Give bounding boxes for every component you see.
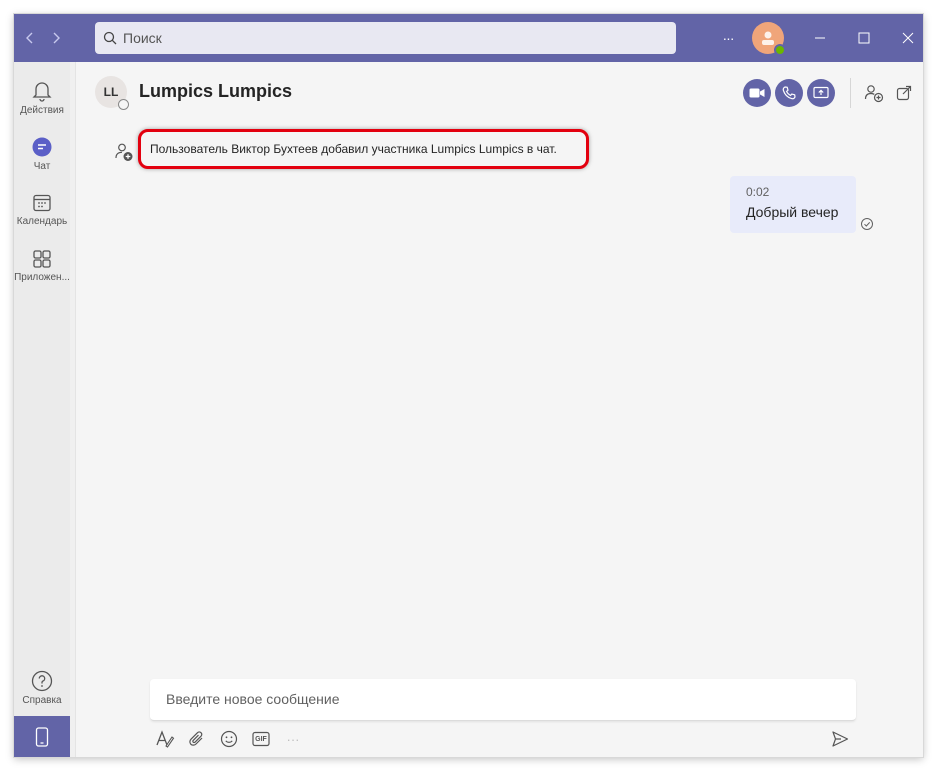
phone-call-icon bbox=[782, 86, 796, 100]
close-icon bbox=[902, 32, 914, 44]
gif-label: GIF bbox=[255, 735, 267, 743]
rail-item-label: Действия bbox=[20, 105, 64, 116]
message-input[interactable] bbox=[166, 691, 826, 707]
presence-available-icon bbox=[774, 44, 786, 56]
user-avatar[interactable] bbox=[752, 22, 786, 56]
maximize-icon bbox=[858, 32, 870, 44]
emoji-button[interactable] bbox=[217, 727, 241, 751]
rail-item-label: Приложен... bbox=[14, 272, 70, 283]
format-button[interactable] bbox=[153, 727, 177, 751]
back-arrow-icon[interactable] bbox=[18, 26, 42, 50]
search-input[interactable] bbox=[123, 30, 643, 46]
message-sent-check-icon bbox=[861, 218, 873, 230]
pop-out-chat-button[interactable] bbox=[892, 81, 916, 105]
system-message-highlight: Пользователь Виктор Бухтеев добавил учас… bbox=[138, 129, 589, 169]
system-message-text: Пользователь Виктор Бухтеев добавил учас… bbox=[150, 142, 557, 156]
rail-item-activity[interactable]: Действия bbox=[14, 70, 70, 126]
more-compose-options-button[interactable]: ··· bbox=[281, 727, 305, 751]
format-text-icon bbox=[156, 730, 175, 748]
outgoing-message-bubble[interactable]: 0:02 Добрый вечер bbox=[730, 176, 856, 233]
paperclip-icon bbox=[189, 731, 203, 746]
rail-item-label: Справка bbox=[22, 695, 62, 706]
more-options-label: ··· bbox=[722, 30, 735, 46]
rail-item-calendar[interactable]: Календарь bbox=[14, 182, 70, 238]
attach-button[interactable] bbox=[185, 727, 209, 751]
send-icon bbox=[832, 731, 849, 747]
more-compose-label: ··· bbox=[286, 731, 300, 747]
download-mobile-button[interactable] bbox=[14, 716, 70, 757]
gif-button[interactable]: GIF bbox=[249, 727, 273, 751]
message-timestamp: 0:02 bbox=[746, 185, 770, 199]
rail-item-label: Чат bbox=[33, 161, 51, 172]
chat-header: LL Lumpics Lumpics bbox=[76, 62, 923, 122]
close-button[interactable] bbox=[896, 26, 920, 50]
presence-unknown-icon bbox=[118, 99, 129, 110]
add-people-icon bbox=[864, 85, 884, 103]
maximize-button[interactable] bbox=[852, 26, 876, 50]
search-box[interactable] bbox=[95, 22, 676, 54]
help-icon bbox=[31, 670, 53, 692]
app-rail: Действия Чат Календарь Приложен... Справ… bbox=[14, 62, 70, 757]
minimize-icon bbox=[815, 37, 825, 39]
add-member-icon bbox=[115, 143, 133, 161]
share-screen-button[interactable] bbox=[807, 79, 835, 107]
pop-out-icon bbox=[896, 85, 912, 101]
calendar-icon bbox=[33, 194, 51, 212]
teams-window: ··· Действия Чат Календарь bbox=[14, 14, 923, 757]
apps-icon bbox=[33, 250, 51, 268]
send-button[interactable] bbox=[828, 727, 852, 751]
search-icon bbox=[103, 31, 117, 45]
rail-item-chat[interactable]: Чат bbox=[14, 126, 70, 182]
chat-avatar-initials: LL bbox=[103, 85, 119, 99]
audio-call-button[interactable] bbox=[775, 79, 803, 107]
rail-divider bbox=[70, 62, 76, 757]
video-call-button[interactable] bbox=[743, 79, 771, 107]
chat-avatar[interactable]: LL bbox=[95, 76, 129, 110]
chat-icon bbox=[32, 137, 52, 157]
phone-icon bbox=[35, 726, 49, 747]
add-people-button[interactable] bbox=[862, 81, 886, 105]
more-options-button[interactable]: ··· bbox=[716, 26, 740, 50]
share-screen-icon bbox=[813, 86, 829, 99]
rail-item-help[interactable]: Справка bbox=[14, 660, 70, 716]
minimize-button[interactable] bbox=[808, 26, 832, 50]
video-camera-icon bbox=[749, 88, 765, 98]
emoji-icon bbox=[220, 730, 238, 748]
bell-icon bbox=[32, 82, 52, 102]
header-divider bbox=[850, 78, 851, 108]
compose-box[interactable] bbox=[150, 679, 856, 721]
rail-item-label: Календарь bbox=[16, 216, 68, 227]
rail-item-apps[interactable]: Приложен... bbox=[14, 238, 70, 294]
message-text: Добрый вечер bbox=[746, 204, 839, 220]
title-bar: ··· bbox=[14, 14, 923, 62]
chat-title[interactable]: Lumpics Lumpics bbox=[139, 81, 292, 102]
forward-arrow-icon[interactable] bbox=[44, 26, 68, 50]
